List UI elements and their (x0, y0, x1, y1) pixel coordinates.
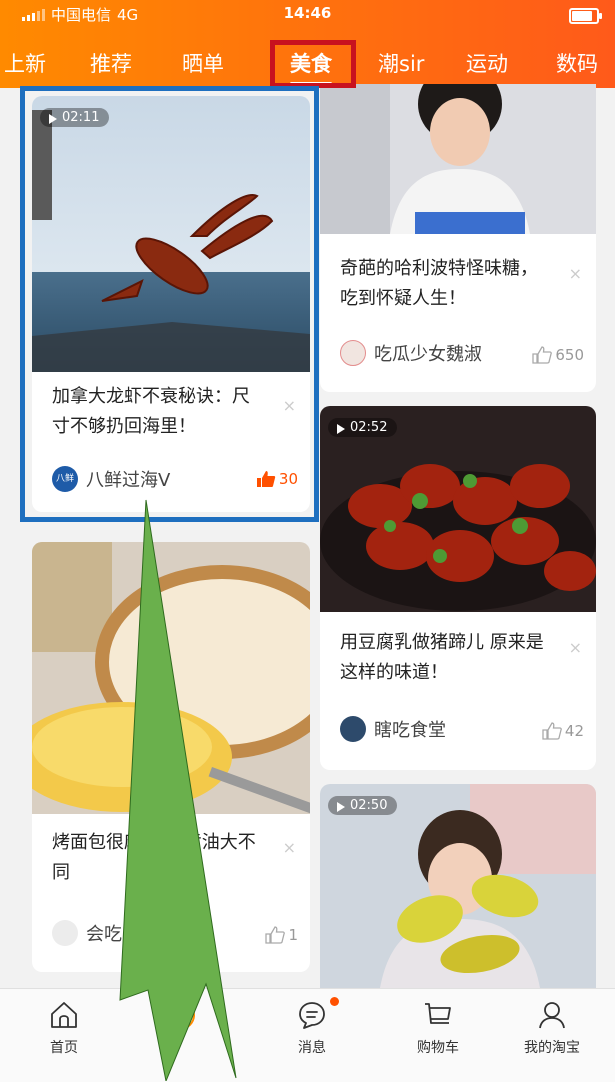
card-author[interactable]: 会吃的馨 (52, 920, 158, 946)
nav-home[interactable]: 首页 (14, 999, 114, 1057)
feed-card-bread[interactable]: 烤面包很麻烦 是黄油大不同 × 会吃的馨 1 (32, 542, 310, 972)
feed-card-melon[interactable]: 02:50 (320, 784, 596, 988)
like-count[interactable]: 650 (532, 346, 584, 364)
card-title[interactable]: 奇葩的哈利波特怪味糖，吃到怀疑人生！ (340, 254, 552, 314)
feed-card-candy[interactable]: 奇葩的哈利波特怪味糖，吃到怀疑人生！ × 吃瓜少女魏淑 650 (320, 84, 596, 392)
thumbs-up-icon (542, 722, 562, 740)
annotation-blue-box (20, 86, 319, 522)
nav-messages-label: 消息 (298, 1040, 326, 1056)
nav-profile-label: 我的淘宝 (524, 1040, 580, 1056)
card-author[interactable]: 瞎吃食堂 (340, 716, 446, 742)
video-thumbnail[interactable] (320, 84, 596, 234)
card-title[interactable]: 烤面包很麻烦 是黄油大不同 (52, 828, 266, 888)
battery-icon (569, 8, 602, 24)
nav-center[interactable] (130, 999, 230, 1037)
tab-new[interactable]: 上新 (4, 48, 46, 78)
status-time: 14:46 (283, 4, 332, 22)
feed-card-trotters[interactable]: 02:52 用豆腐乳做猪蹄儿 原来是这样的味道！ × 瞎吃食堂 42 (320, 406, 596, 770)
author-name: 会吃的馨 (86, 924, 158, 945)
nav-profile[interactable]: 我的淘宝 (502, 999, 602, 1057)
like-number: 650 (555, 346, 584, 364)
close-icon[interactable]: × (569, 264, 582, 283)
taobao-icon (165, 1000, 195, 1030)
close-icon[interactable]: × (569, 638, 582, 657)
annotation-red-box (270, 40, 356, 88)
author-name: 瞎吃食堂 (374, 720, 446, 741)
bread-butter-image (32, 542, 310, 814)
cart-icon (425, 1003, 451, 1024)
video-thumbnail[interactable]: 02:50 (320, 784, 596, 988)
author-name: 吃瓜少女魏淑 (374, 344, 482, 365)
tab-recommend[interactable]: 推荐 (90, 48, 132, 78)
girl-eating-image (320, 84, 596, 234)
like-count[interactable]: 42 (542, 722, 584, 740)
tab-showcase[interactable]: 晒单 (182, 48, 224, 78)
video-thumbnail[interactable] (32, 542, 310, 814)
card-title[interactable]: 用豆腐乳做猪蹄儿 原来是这样的味道！ (340, 628, 552, 688)
like-number: 1 (288, 926, 298, 944)
like-count[interactable]: 1 (265, 926, 298, 944)
like-number: 42 (564, 722, 584, 740)
message-badge (330, 997, 339, 1006)
tab-digital[interactable]: 数码 (556, 48, 598, 78)
tab-sports[interactable]: 运动 (466, 48, 508, 78)
avatar (340, 716, 366, 742)
thumbs-up-icon (265, 926, 286, 944)
thumbs-up-icon (532, 346, 553, 364)
profile-icon (539, 1002, 565, 1029)
nav-messages[interactable]: 消息 (262, 999, 362, 1057)
video-thumbnail[interactable]: 02:52 (320, 406, 596, 612)
home-icon (51, 1002, 77, 1028)
nav-cart[interactable]: 购物车 (388, 999, 488, 1057)
tab-trend[interactable]: 潮sir (378, 48, 424, 78)
close-icon[interactable]: × (283, 838, 296, 857)
avatar (340, 340, 366, 366)
nav-cart-label: 购物车 (417, 1040, 459, 1056)
message-icon (299, 1002, 325, 1029)
status-bar: 中国电信 4G 14:46 (0, 0, 615, 30)
nav-home-label: 首页 (50, 1040, 78, 1056)
avatar (52, 920, 78, 946)
card-author[interactable]: 吃瓜少女魏淑 (340, 340, 482, 366)
video-duration: 02:50 (328, 796, 398, 815)
video-duration: 02:52 (328, 418, 398, 437)
bottom-nav: 首页 消息 购物车 我的淘宝 (0, 988, 615, 1082)
